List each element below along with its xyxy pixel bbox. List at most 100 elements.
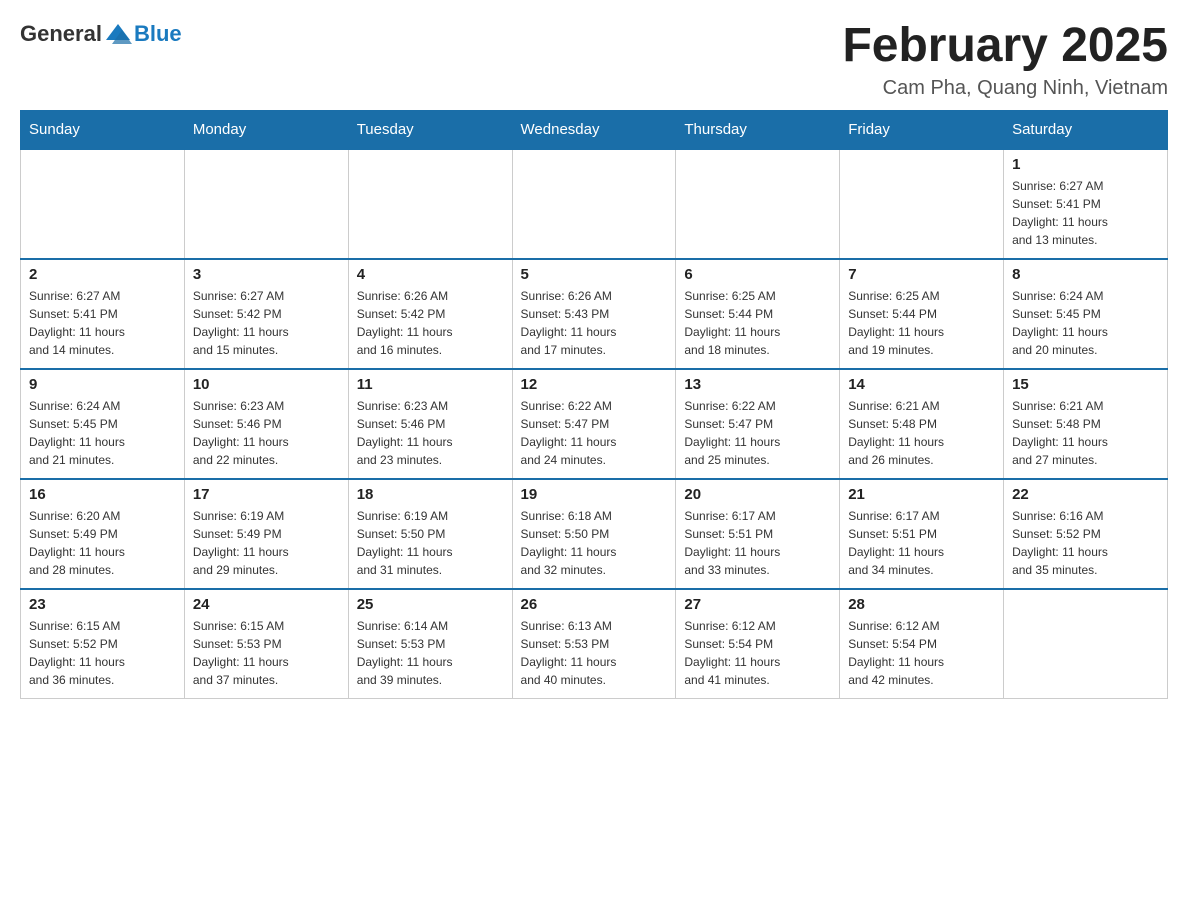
calendar-cell: 23Sunrise: 6:15 AM Sunset: 5:52 PM Dayli… xyxy=(21,589,185,699)
day-info: Sunrise: 6:19 AM Sunset: 5:49 PM Dayligh… xyxy=(193,507,340,579)
calendar-cell: 1 Sunrise: 6:27 AM Sunset: 5:41 PM Daylig… xyxy=(1004,149,1168,259)
day-number: 12 xyxy=(521,376,668,393)
calendar-week-row-4: 16 Sunrise: 6:20 AM Sunset: 5:49 PM Dayli… xyxy=(21,479,1168,589)
logo-general-text: General xyxy=(20,21,102,47)
day-number: 11 xyxy=(357,376,504,393)
day-number: 25 xyxy=(357,596,504,613)
calendar-cell: 18 Sunrise: 6:19 AM Sunset: 5:50 PM Dayli… xyxy=(348,479,512,589)
calendar-cell xyxy=(21,149,185,259)
day-info: Sunrise: 6:19 AM Sunset: 5:50 PM Dayligh… xyxy=(357,507,504,579)
logo: General Blue xyxy=(20,20,182,48)
day-number: 19 xyxy=(521,486,668,503)
calendar-cell: 9 Sunrise: 6:24 AM Sunset: 5:45 PM Daylig… xyxy=(21,369,185,479)
day-info: Sunrise: 6:25 AM Sunset: 5:44 PM Dayligh… xyxy=(684,287,831,359)
calendar-week-row-5: 23Sunrise: 6:15 AM Sunset: 5:52 PM Dayli… xyxy=(21,589,1168,699)
calendar-cell xyxy=(348,149,512,259)
calendar-cell: 8 Sunrise: 6:24 AM Sunset: 5:45 PM Daylig… xyxy=(1004,259,1168,369)
day-number: 28 xyxy=(848,596,995,613)
calendar-cell xyxy=(1004,589,1168,699)
day-info: Sunrise: 6:12 AM Sunset: 5:54 PM Dayligh… xyxy=(848,617,995,689)
day-number: 10 xyxy=(193,376,340,393)
weekday-header-thursday: Thursday xyxy=(676,110,840,149)
day-number: 21 xyxy=(848,486,995,503)
calendar-cell: 26 Sunrise: 6:13 AM Sunset: 5:53 PM Dayli… xyxy=(512,589,676,699)
day-number: 20 xyxy=(684,486,831,503)
calendar-cell: 22 Sunrise: 6:16 AM Sunset: 5:52 PM Dayli… xyxy=(1004,479,1168,589)
calendar-cell: 17Sunrise: 6:19 AM Sunset: 5:49 PM Dayli… xyxy=(184,479,348,589)
month-title: February 2025 xyxy=(842,20,1168,73)
calendar-cell: 28 Sunrise: 6:12 AM Sunset: 5:54 PM Dayli… xyxy=(840,589,1004,699)
day-info: Sunrise: 6:27 AM Sunset: 5:42 PM Dayligh… xyxy=(193,287,340,359)
day-number: 7 xyxy=(848,266,995,283)
calendar-cell: 5Sunrise: 6:26 AM Sunset: 5:43 PM Daylig… xyxy=(512,259,676,369)
weekday-header-saturday: Saturday xyxy=(1004,110,1168,149)
day-info: Sunrise: 6:21 AM Sunset: 5:48 PM Dayligh… xyxy=(848,397,995,469)
day-number: 22 xyxy=(1012,486,1159,503)
day-number: 5 xyxy=(521,266,668,283)
day-number: 18 xyxy=(357,486,504,503)
day-info: Sunrise: 6:17 AM Sunset: 5:51 PM Dayligh… xyxy=(684,507,831,579)
weekday-header-monday: Monday xyxy=(184,110,348,149)
calendar-cell: 12 Sunrise: 6:22 AM Sunset: 5:47 PM Dayli… xyxy=(512,369,676,479)
day-info: Sunrise: 6:15 AM Sunset: 5:52 PM Dayligh… xyxy=(29,617,176,689)
day-info: Sunrise: 6:20 AM Sunset: 5:49 PM Dayligh… xyxy=(29,507,176,579)
day-info: Sunrise: 6:27 AM Sunset: 5:41 PM Dayligh… xyxy=(1012,177,1159,249)
day-info: Sunrise: 6:23 AM Sunset: 5:46 PM Dayligh… xyxy=(193,397,340,469)
day-info: Sunrise: 6:21 AM Sunset: 5:48 PM Dayligh… xyxy=(1012,397,1159,469)
title-block: February 2025 Cam Pha, Quang Ninh, Vietn… xyxy=(842,20,1168,100)
day-number: 14 xyxy=(848,376,995,393)
weekday-header-sunday: Sunday xyxy=(21,110,185,149)
calendar-cell: 6Sunrise: 6:25 AM Sunset: 5:44 PM Daylig… xyxy=(676,259,840,369)
calendar-week-row-1: 1 Sunrise: 6:27 AM Sunset: 5:41 PM Daylig… xyxy=(21,149,1168,259)
day-info: Sunrise: 6:27 AM Sunset: 5:41 PM Dayligh… xyxy=(29,287,176,359)
day-number: 3 xyxy=(193,266,340,283)
day-info: Sunrise: 6:18 AM Sunset: 5:50 PM Dayligh… xyxy=(521,507,668,579)
day-number: 15 xyxy=(1012,376,1159,393)
day-number: 1 xyxy=(1012,156,1159,173)
day-info: Sunrise: 6:14 AM Sunset: 5:53 PM Dayligh… xyxy=(357,617,504,689)
location-subtitle: Cam Pha, Quang Ninh, Vietnam xyxy=(842,77,1168,100)
day-number: 16 xyxy=(29,486,176,503)
calendar-cell: 3 Sunrise: 6:27 AM Sunset: 5:42 PM Daylig… xyxy=(184,259,348,369)
calendar-cell: 16 Sunrise: 6:20 AM Sunset: 5:49 PM Dayli… xyxy=(21,479,185,589)
day-number: 13 xyxy=(684,376,831,393)
calendar-cell: 7 Sunrise: 6:25 AM Sunset: 5:44 PM Daylig… xyxy=(840,259,1004,369)
calendar-cell: 2 Sunrise: 6:27 AM Sunset: 5:41 PM Daylig… xyxy=(21,259,185,369)
day-info: Sunrise: 6:22 AM Sunset: 5:47 PM Dayligh… xyxy=(521,397,668,469)
calendar-cell: 15 Sunrise: 6:21 AM Sunset: 5:48 PM Dayli… xyxy=(1004,369,1168,479)
day-number: 8 xyxy=(1012,266,1159,283)
day-number: 26 xyxy=(521,596,668,613)
calendar-cell: 11Sunrise: 6:23 AM Sunset: 5:46 PM Dayli… xyxy=(348,369,512,479)
calendar-cell: 19 Sunrise: 6:18 AM Sunset: 5:50 PM Dayli… xyxy=(512,479,676,589)
calendar-cell xyxy=(184,149,348,259)
calendar-cell: 14 Sunrise: 6:21 AM Sunset: 5:48 PM Dayli… xyxy=(840,369,1004,479)
weekday-header-wednesday: Wednesday xyxy=(512,110,676,149)
day-info: Sunrise: 6:25 AM Sunset: 5:44 PM Dayligh… xyxy=(848,287,995,359)
day-info: Sunrise: 6:16 AM Sunset: 5:52 PM Dayligh… xyxy=(1012,507,1159,579)
day-number: 27 xyxy=(684,596,831,613)
calendar-cell xyxy=(512,149,676,259)
day-info: Sunrise: 6:13 AM Sunset: 5:53 PM Dayligh… xyxy=(521,617,668,689)
day-number: 4 xyxy=(357,266,504,283)
calendar-cell: 24Sunrise: 6:15 AM Sunset: 5:53 PM Dayli… xyxy=(184,589,348,699)
day-info: Sunrise: 6:22 AM Sunset: 5:47 PM Dayligh… xyxy=(684,397,831,469)
logo-icon xyxy=(104,20,132,48)
calendar-cell xyxy=(840,149,1004,259)
day-info: Sunrise: 6:24 AM Sunset: 5:45 PM Dayligh… xyxy=(29,397,176,469)
calendar-cell: 27Sunrise: 6:12 AM Sunset: 5:54 PM Dayli… xyxy=(676,589,840,699)
weekday-header-friday: Friday xyxy=(840,110,1004,149)
day-number: 9 xyxy=(29,376,176,393)
day-number: 2 xyxy=(29,266,176,283)
day-number: 24 xyxy=(193,596,340,613)
calendar-cell: 4Sunrise: 6:26 AM Sunset: 5:42 PM Daylig… xyxy=(348,259,512,369)
calendar-week-row-3: 9 Sunrise: 6:24 AM Sunset: 5:45 PM Daylig… xyxy=(21,369,1168,479)
weekday-header-tuesday: Tuesday xyxy=(348,110,512,149)
day-info: Sunrise: 6:17 AM Sunset: 5:51 PM Dayligh… xyxy=(848,507,995,579)
logo-blue-text: Blue xyxy=(134,21,182,47)
day-info: Sunrise: 6:24 AM Sunset: 5:45 PM Dayligh… xyxy=(1012,287,1159,359)
page-header: General Blue February 2025 Cam Pha, Quan… xyxy=(20,20,1168,100)
calendar-cell: 21 Sunrise: 6:17 AM Sunset: 5:51 PM Dayli… xyxy=(840,479,1004,589)
weekday-header-row: SundayMondayTuesdayWednesdayThursdayFrid… xyxy=(21,110,1168,149)
calendar-week-row-2: 2 Sunrise: 6:27 AM Sunset: 5:41 PM Daylig… xyxy=(21,259,1168,369)
calendar-cell: 10 Sunrise: 6:23 AM Sunset: 5:46 PM Dayli… xyxy=(184,369,348,479)
